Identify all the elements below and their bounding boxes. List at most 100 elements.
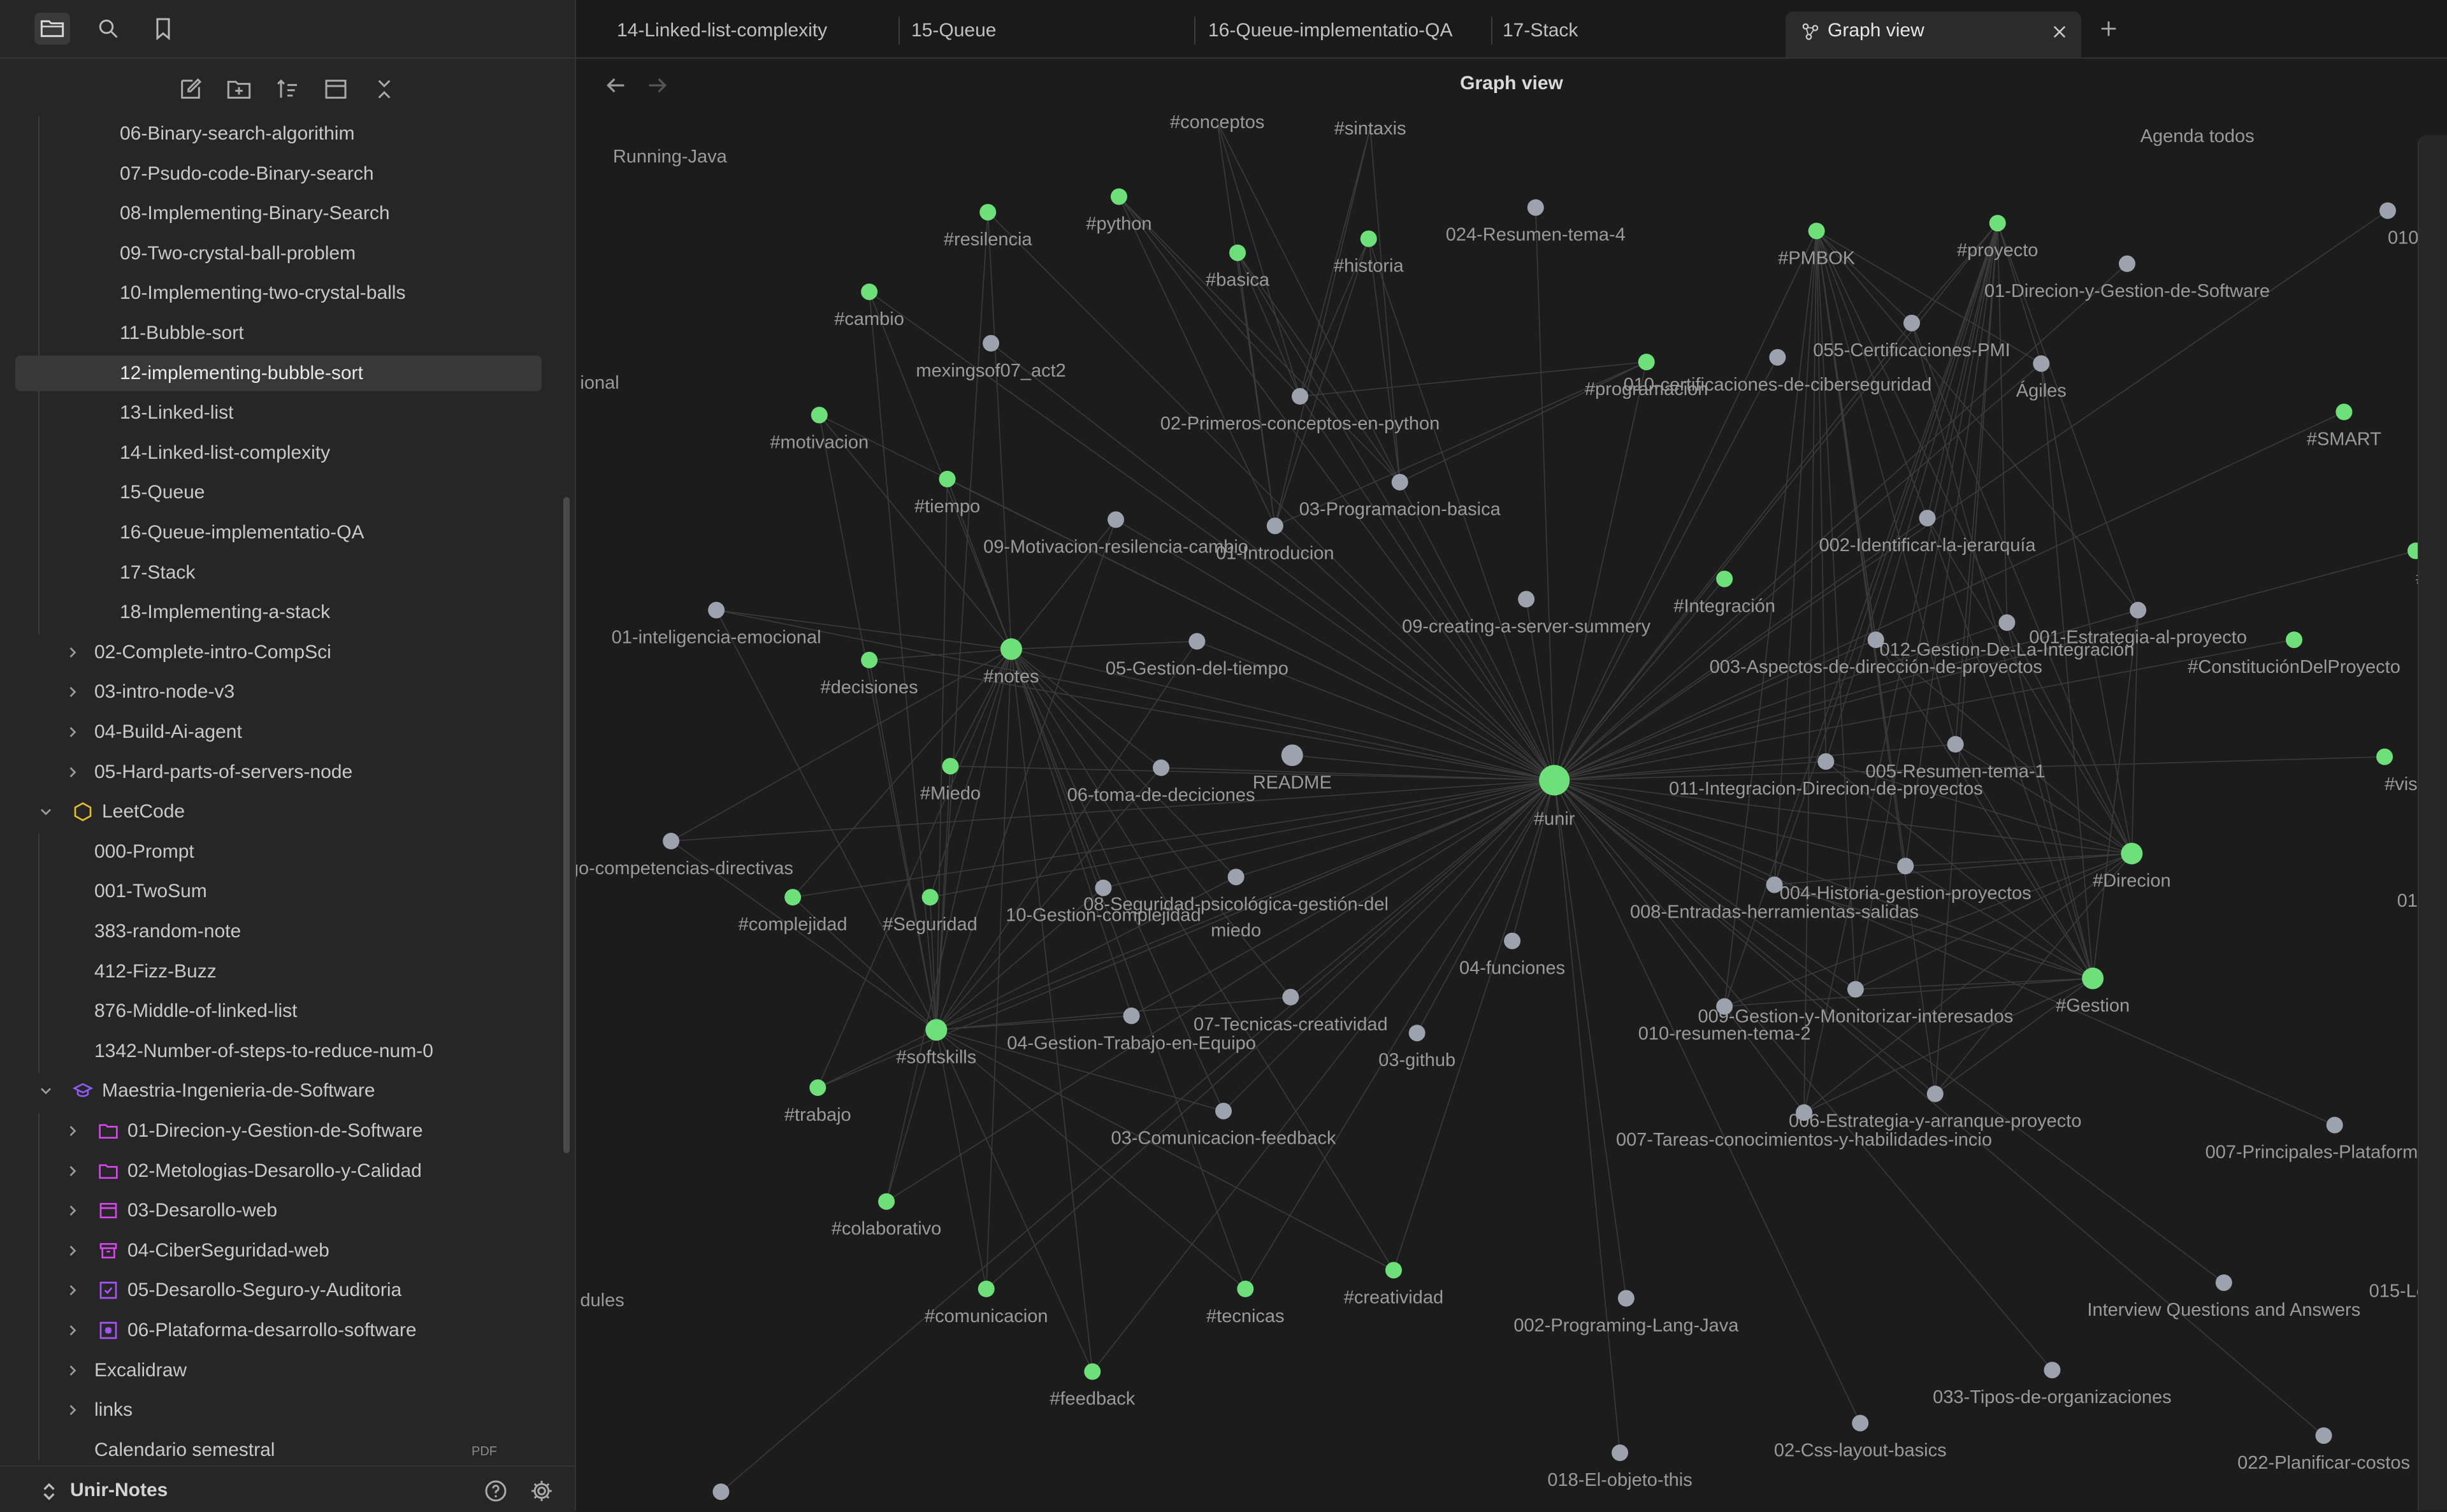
close-all-icon[interactable]: [369, 74, 400, 104]
file-item[interactable]: 1342-Number-of-steps-to-reduce-num-0: [15, 1033, 542, 1069]
graph-node[interactable]: #feedback: [1050, 1363, 1136, 1409]
folder-item[interactable]: 06-Plataforma-desarrollo-software: [15, 1313, 542, 1348]
graph-node-dot[interactable]: [1903, 314, 1921, 331]
graph-node-dot[interactable]: [1989, 215, 2006, 232]
graph-node-dot[interactable]: [1108, 511, 1125, 528]
new-note-icon[interactable]: [175, 74, 206, 104]
graph-node-dot[interactable]: [1539, 765, 1570, 796]
file-item[interactable]: 15-Queue: [15, 475, 542, 510]
graph-node-dot[interactable]: [1617, 1290, 1635, 1307]
tab-graph-view[interactable]: Graph view: [1786, 11, 2081, 57]
graph-node[interactable]: #sintaxis: [1334, 119, 1406, 139]
folder-item[interactable]: 05-Hard-parts-of-servers-node: [15, 754, 542, 790]
graph-node[interactable]: #resilencia: [944, 204, 1032, 250]
graph-node[interactable]: 03-Programacion-basica: [1299, 473, 1501, 520]
chevron-right-icon[interactable]: [64, 1162, 82, 1180]
file-item[interactable]: 10-Implementing-two-crystal-balls: [15, 275, 542, 311]
graph-settings-panel-collapsed[interactable]: [2418, 135, 2447, 1511]
graph-node-dot[interactable]: [861, 651, 878, 668]
graph-node[interactable]: #Gestion: [2056, 967, 2130, 1016]
file-item[interactable]: 18-Implementing-a-stack: [15, 594, 542, 630]
folder-item[interactable]: 04-CiberSeguridad-web: [15, 1233, 542, 1269]
graph-node-dot[interactable]: [1926, 1085, 1944, 1102]
graph-node[interactable]: 033-Tipos-de-organizaciones: [1933, 1362, 2172, 1408]
graph-node-dot[interactable]: [1867, 631, 1884, 649]
graph-node-dot[interactable]: [2044, 1362, 2061, 1379]
graph-node[interactable]: #conceptos: [1170, 112, 1264, 133]
graph-node-dot[interactable]: [663, 833, 680, 850]
folder-item[interactable]: 02-Complete-intro-CompSci: [15, 635, 542, 670]
graph-node-dot[interactable]: [861, 283, 878, 300]
graph-node-dot[interactable]: [2121, 842, 2143, 865]
tab-queue-implementatio-qa[interactable]: 16-Queue-implementatio-QA: [1208, 11, 1453, 57]
file-item[interactable]: 09-Two-crystal-ball-problem: [15, 236, 542, 271]
graph-node-dot[interactable]: [1852, 1415, 1869, 1432]
graph-node-dot[interactable]: [1808, 222, 1825, 240]
graph-node-dot[interactable]: [1518, 591, 1535, 608]
chevron-right-icon[interactable]: [64, 1281, 82, 1299]
chevron-right-icon[interactable]: [64, 1321, 82, 1339]
graph-node-dot[interactable]: [1391, 473, 1408, 491]
file-item[interactable]: 383-random-note: [15, 914, 542, 949]
graph-node-dot[interactable]: [1237, 1280, 1254, 1297]
graph-node[interactable]: 03-Comunicacion-feedback: [1111, 1102, 1337, 1149]
graph-node[interactable]: 04-funciones: [1459, 932, 1565, 979]
graph-node-dot[interactable]: [978, 1280, 995, 1297]
graph-node[interactable]: #tecnicas: [1206, 1280, 1285, 1327]
file-item[interactable]: Calendario semestral PDF: [15, 1432, 542, 1460]
graph-view-pane[interactable]: #conceptos #sintaxis Running-Java Agenda to…: [576, 59, 2447, 1511]
graph-node-dot[interactable]: [1716, 998, 1733, 1015]
chevron-right-icon[interactable]: [64, 1362, 82, 1379]
graph-node-dot[interactable]: [1227, 868, 1245, 886]
help-icon[interactable]: [483, 1478, 509, 1504]
graph-node-dot[interactable]: [2118, 255, 2135, 272]
graph-node-dot[interactable]: [2033, 355, 2050, 372]
vault-name[interactable]: Unir-Notes: [70, 1480, 168, 1501]
graph-node[interactable]: Interview Questions and Answers: [2087, 1274, 2360, 1320]
graph-node-dot[interactable]: [1188, 633, 1206, 650]
graph-node-dot[interactable]: [878, 1193, 895, 1210]
file-item[interactable]: 16-Queue-implementatio-QA: [15, 515, 542, 551]
graph-node[interactable]: #colaborativo: [832, 1193, 942, 1239]
graph-node-dot[interactable]: [942, 758, 959, 775]
graph-node[interactable]: #Miedo: [920, 758, 981, 803]
folder-item[interactable]: 04-Build-Ai-agent: [15, 714, 542, 750]
graph-node-dot[interactable]: [1360, 230, 1377, 247]
file-item[interactable]: 13-Linked-list: [15, 395, 542, 431]
file-item[interactable]: 14-Linked-list-complexity: [15, 435, 542, 471]
graph-node-dot[interactable]: [1215, 1102, 1232, 1120]
graph-node[interactable]: #Seguridad: [883, 889, 978, 935]
collapse-view-icon[interactable]: [321, 74, 351, 104]
chevron-right-icon[interactable]: [64, 683, 82, 701]
graph-node-dot[interactable]: [939, 470, 956, 487]
graph-node-dot[interactable]: [2326, 1116, 2343, 1134]
graph-node[interactable]: 018-El-objeto-this: [1547, 1444, 1693, 1490]
graph-node[interactable]: 007-Principales-Plataformas-de: [2205, 1116, 2447, 1163]
graph-node-dot[interactable]: [1282, 988, 1299, 1005]
chevron-right-icon[interactable]: [64, 763, 82, 781]
sidebar-scrollbar[interactable]: [563, 497, 570, 1153]
graph-node[interactable]: 02-Primeros-conceptos-en-python: [1160, 388, 1440, 434]
graph-node[interactable]: #notes: [983, 638, 1039, 687]
tab-queue[interactable]: 15-Queue: [911, 11, 996, 57]
graph-node[interactable]: #complejidad: [739, 889, 848, 935]
graph-node[interactable]: 09-creating-a-server-summery: [1402, 591, 1651, 637]
chevron-right-icon[interactable]: [64, 1401, 82, 1419]
graph-node-dot[interactable]: [1897, 858, 1914, 875]
graph-node[interactable]: Agenda todos: [2140, 126, 2255, 147]
tab-stack[interactable]: 17-Stack: [1503, 11, 1578, 57]
folder-item[interactable]: Excalidraw: [15, 1353, 542, 1388]
graph-node[interactable]: ional: [580, 373, 619, 393]
close-icon[interactable]: [2051, 23, 2068, 41]
file-item[interactable]: 412-Fizz-Buzz: [15, 954, 542, 990]
graph-node-dot[interactable]: [1000, 638, 1022, 660]
graph-node[interactable]: miedo: [1211, 921, 1261, 941]
chevron-down-icon[interactable]: [37, 803, 55, 821]
graph-node[interactable]: Running-Java: [613, 147, 728, 167]
graph-node-dot[interactable]: [1408, 1025, 1426, 1042]
graph-node-dot[interactable]: [921, 889, 939, 906]
graph-node[interactable]: 022-Planificar-costos: [2237, 1427, 2410, 1473]
file-item[interactable]: 876-Middle-of-linked-list: [15, 993, 542, 1029]
graph-node-dot[interactable]: [1084, 1363, 1101, 1380]
graph-node[interactable]: #trabajo: [784, 1079, 851, 1125]
